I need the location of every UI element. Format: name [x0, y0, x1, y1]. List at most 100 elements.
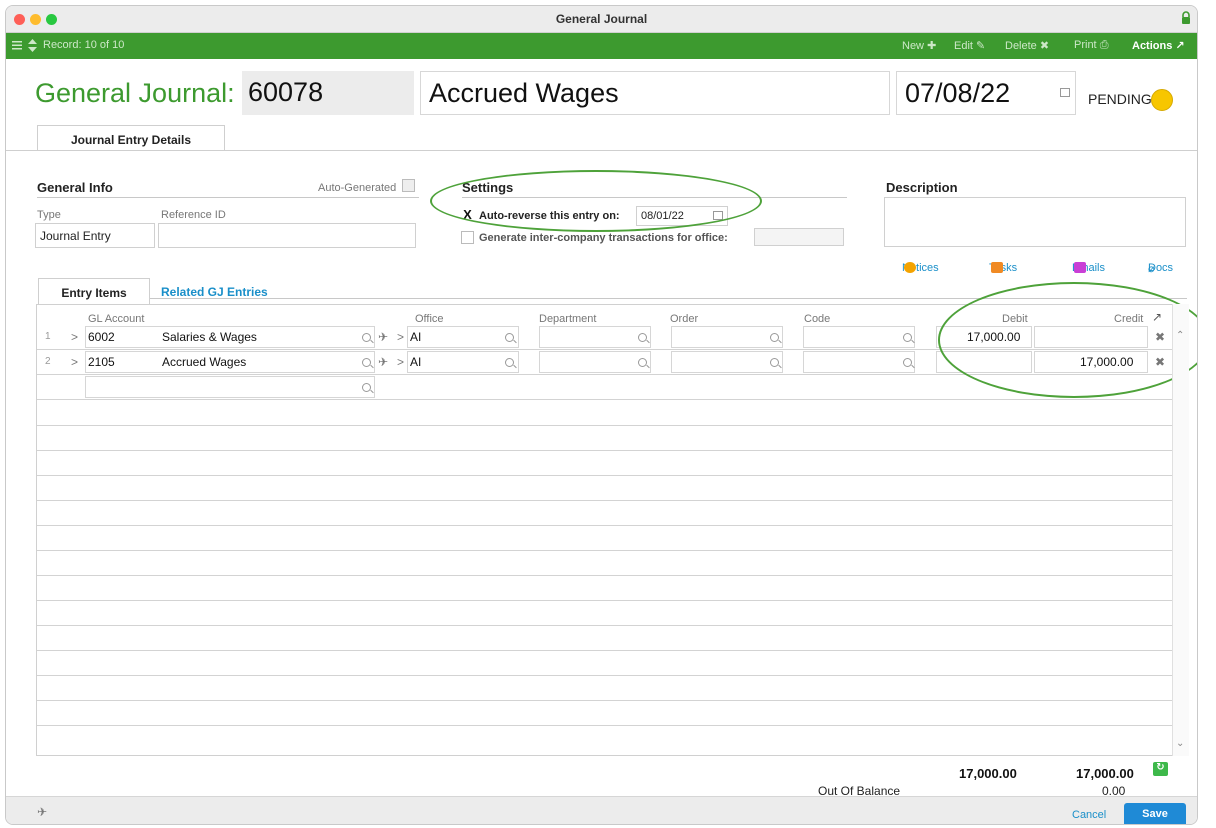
expand-row-icon[interactable]: >	[71, 350, 78, 374]
tab-divider	[6, 150, 1197, 151]
tab-related-gj-entries[interactable]: Related GJ Entries	[161, 285, 268, 299]
actions-button[interactable]: Actions ↗	[1132, 39, 1185, 52]
grid-line	[37, 575, 1172, 576]
balance-refresh-icon[interactable]: ↻	[1153, 762, 1168, 776]
office-input[interactable]	[407, 351, 519, 373]
pin-icon[interactable]: ✈	[378, 350, 388, 374]
scroll-down-icon[interactable]: ⌄	[1176, 738, 1184, 749]
journal-date-field[interactable]: 07/08/22	[896, 71, 1076, 115]
type-label: Type	[37, 209, 61, 221]
journal-name-field[interactable]: Accrued Wages	[420, 71, 890, 115]
envelope-icon	[1074, 262, 1086, 273]
arrow-out-icon: ↗	[1175, 40, 1185, 52]
order-input[interactable]	[671, 326, 783, 348]
record-stepper-icon[interactable]	[28, 39, 37, 52]
general-info-divider	[37, 197, 419, 198]
gl-account-name: Salaries & Wages	[162, 330, 257, 344]
type-field[interactable]: Journal Entry	[35, 223, 155, 248]
search-icon[interactable]	[638, 333, 647, 342]
col-order: Order	[670, 313, 699, 325]
tab-entry-items[interactable]: Entry Items	[38, 278, 150, 304]
grid-line	[37, 650, 1172, 651]
scroll-up-icon[interactable]: ⌃	[1176, 330, 1184, 341]
grid-line	[37, 725, 1172, 726]
delete-x-icon: ✖	[1039, 40, 1050, 52]
tab-journal-entry-details[interactable]: Journal Entry Details	[37, 125, 225, 151]
intercompany-checkbox[interactable]	[461, 231, 474, 244]
reference-id-field[interactable]	[158, 223, 416, 248]
col-office: Office	[415, 313, 444, 325]
total-debit: 17,000.00	[959, 766, 1017, 781]
pencil-icon: ✎	[976, 40, 986, 52]
page-title: General Journal:	[35, 78, 235, 108]
intercompany-label: Generate inter-company transactions for …	[479, 232, 728, 244]
record-counter: Record: 10 of 10	[43, 39, 125, 51]
expand-office-icon[interactable]: >	[397, 350, 404, 374]
department-input[interactable]	[539, 351, 651, 373]
row-number: 1	[45, 331, 51, 342]
col-gl-account: GL Account	[88, 313, 145, 325]
expand-row-icon[interactable]: >	[71, 325, 78, 349]
intercompany-office-field[interactable]	[754, 228, 844, 246]
plus-icon: ✚	[927, 40, 937, 52]
journal-id-field: 60078	[242, 71, 414, 115]
search-icon[interactable]	[903, 333, 912, 342]
auto-generated-label: Auto-Generated	[318, 182, 397, 194]
pin-icon[interactable]: ✈	[378, 325, 388, 349]
col-code: Code	[804, 313, 831, 325]
paperclip-icon: ⌀	[1148, 263, 1155, 275]
search-icon[interactable]	[362, 358, 371, 367]
status-label: PENDING	[1088, 91, 1152, 107]
general-journal-window: General Journal Record: 10 of 10 New ✚ E…	[5, 5, 1198, 825]
search-icon[interactable]	[505, 358, 514, 367]
row-number: 2	[45, 356, 51, 367]
auto-generated-checkbox	[402, 179, 415, 192]
code-input[interactable]	[803, 351, 915, 373]
grid-line	[37, 550, 1172, 551]
reference-id-label: Reference ID	[161, 209, 226, 221]
status-indicator-icon	[1151, 89, 1173, 111]
code-input[interactable]	[803, 326, 915, 348]
grid-scrollbar[interactable]	[1172, 304, 1189, 756]
total-credit: 17,000.00	[1076, 766, 1134, 781]
highlight-circle-amounts	[938, 282, 1197, 398]
grid-line	[37, 525, 1172, 526]
edit-button[interactable]: Edit ✎	[954, 39, 985, 52]
grid-line	[37, 450, 1172, 451]
search-icon[interactable]	[770, 333, 779, 342]
printer-icon: ⎙	[1099, 39, 1109, 51]
calendar-icon[interactable]	[1060, 88, 1070, 97]
description-heading: Description	[886, 180, 958, 195]
lock-icon	[1182, 11, 1190, 24]
search-icon[interactable]	[362, 383, 371, 392]
office-input[interactable]	[407, 326, 519, 348]
department-input[interactable]	[539, 326, 651, 348]
search-icon[interactable]	[770, 358, 779, 367]
new-button[interactable]: New ✚	[902, 39, 936, 52]
search-icon[interactable]	[362, 333, 371, 342]
list-menu-icon[interactable]	[12, 40, 22, 51]
order-input[interactable]	[671, 351, 783, 373]
record-toolbar: Record: 10 of 10 New ✚ Edit ✎ Delete ✖ P…	[6, 33, 1197, 59]
search-icon[interactable]	[505, 333, 514, 342]
search-icon[interactable]	[638, 358, 647, 367]
cancel-button[interactable]: Cancel	[1072, 809, 1106, 821]
highlight-circle-settings	[430, 170, 762, 232]
gl-account-number: 6002	[88, 330, 115, 344]
pin-footer-icon[interactable]: ✈	[37, 805, 47, 819]
grid-line	[37, 475, 1172, 476]
office-value: AI	[410, 330, 422, 344]
description-field[interactable]	[884, 197, 1186, 247]
delete-button[interactable]: Delete ✖	[1005, 39, 1049, 52]
grid-line	[37, 625, 1172, 626]
search-icon[interactable]	[903, 358, 912, 367]
grid-line	[37, 700, 1172, 701]
expand-office-icon[interactable]: >	[397, 325, 404, 349]
title-bar: General Journal	[6, 6, 1197, 33]
gl-account-input[interactable]	[85, 376, 375, 398]
window-title: General Journal	[555, 12, 648, 26]
save-button[interactable]: Save	[1124, 803, 1186, 824]
print-button[interactable]: Print ⎙	[1074, 39, 1109, 52]
gl-account-number: 2105	[88, 355, 115, 369]
grid-line	[37, 675, 1172, 676]
